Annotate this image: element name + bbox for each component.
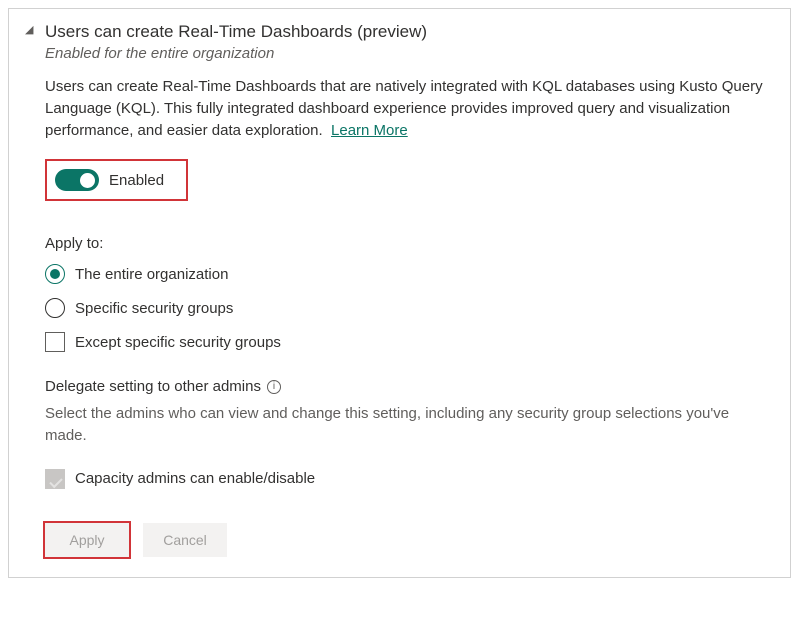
except-groups-checkbox[interactable] (45, 332, 65, 352)
delegate-title: Delegate setting to other admins (45, 378, 261, 395)
learn-more-link[interactable]: Learn More (331, 122, 408, 139)
cancel-button[interactable]: Cancel (143, 523, 227, 557)
info-icon[interactable]: i (267, 380, 281, 394)
enabled-toggle-label: Enabled (109, 172, 164, 189)
radio-entire-org-label: The entire organization (75, 266, 228, 283)
radio-specific-groups-row: Specific security groups (45, 298, 774, 318)
collapse-icon[interactable]: ◢ (25, 25, 39, 36)
radio-entire-org-row: The entire organization (45, 264, 774, 284)
setting-title: Users can create Real-Time Dashboards (p… (45, 21, 774, 43)
radio-entire-org[interactable] (45, 264, 65, 284)
radio-specific-groups[interactable] (45, 298, 65, 318)
button-row: Apply Cancel (45, 523, 774, 557)
except-groups-label: Except specific security groups (75, 334, 281, 351)
radio-specific-groups-label: Specific security groups (75, 300, 233, 317)
capacity-admins-row: Capacity admins can enable/disable (45, 469, 774, 489)
apply-button[interactable]: Apply (45, 523, 129, 557)
delegate-description: Select the admins who can view and chang… (45, 403, 745, 447)
enabled-toggle[interactable] (55, 169, 99, 191)
except-groups-row: Except specific security groups (45, 332, 774, 352)
enabled-toggle-group: Enabled (45, 159, 188, 201)
capacity-admins-label: Capacity admins can enable/disable (75, 470, 315, 487)
setting-subtitle: Enabled for the entire organization (45, 45, 774, 62)
setting-description: Users can create Real-Time Dashboards th… (45, 76, 774, 141)
delegate-header: Delegate setting to other admins i (45, 378, 774, 395)
setting-panel: ◢ Users can create Real-Time Dashboards … (8, 8, 791, 578)
apply-to-label: Apply to: (45, 235, 774, 252)
setting-header: ◢ Users can create Real-Time Dashboards … (25, 21, 774, 62)
setting-body: Users can create Real-Time Dashboards th… (25, 76, 774, 557)
capacity-admins-checkbox (45, 469, 65, 489)
header-content: Users can create Real-Time Dashboards (p… (45, 21, 774, 62)
